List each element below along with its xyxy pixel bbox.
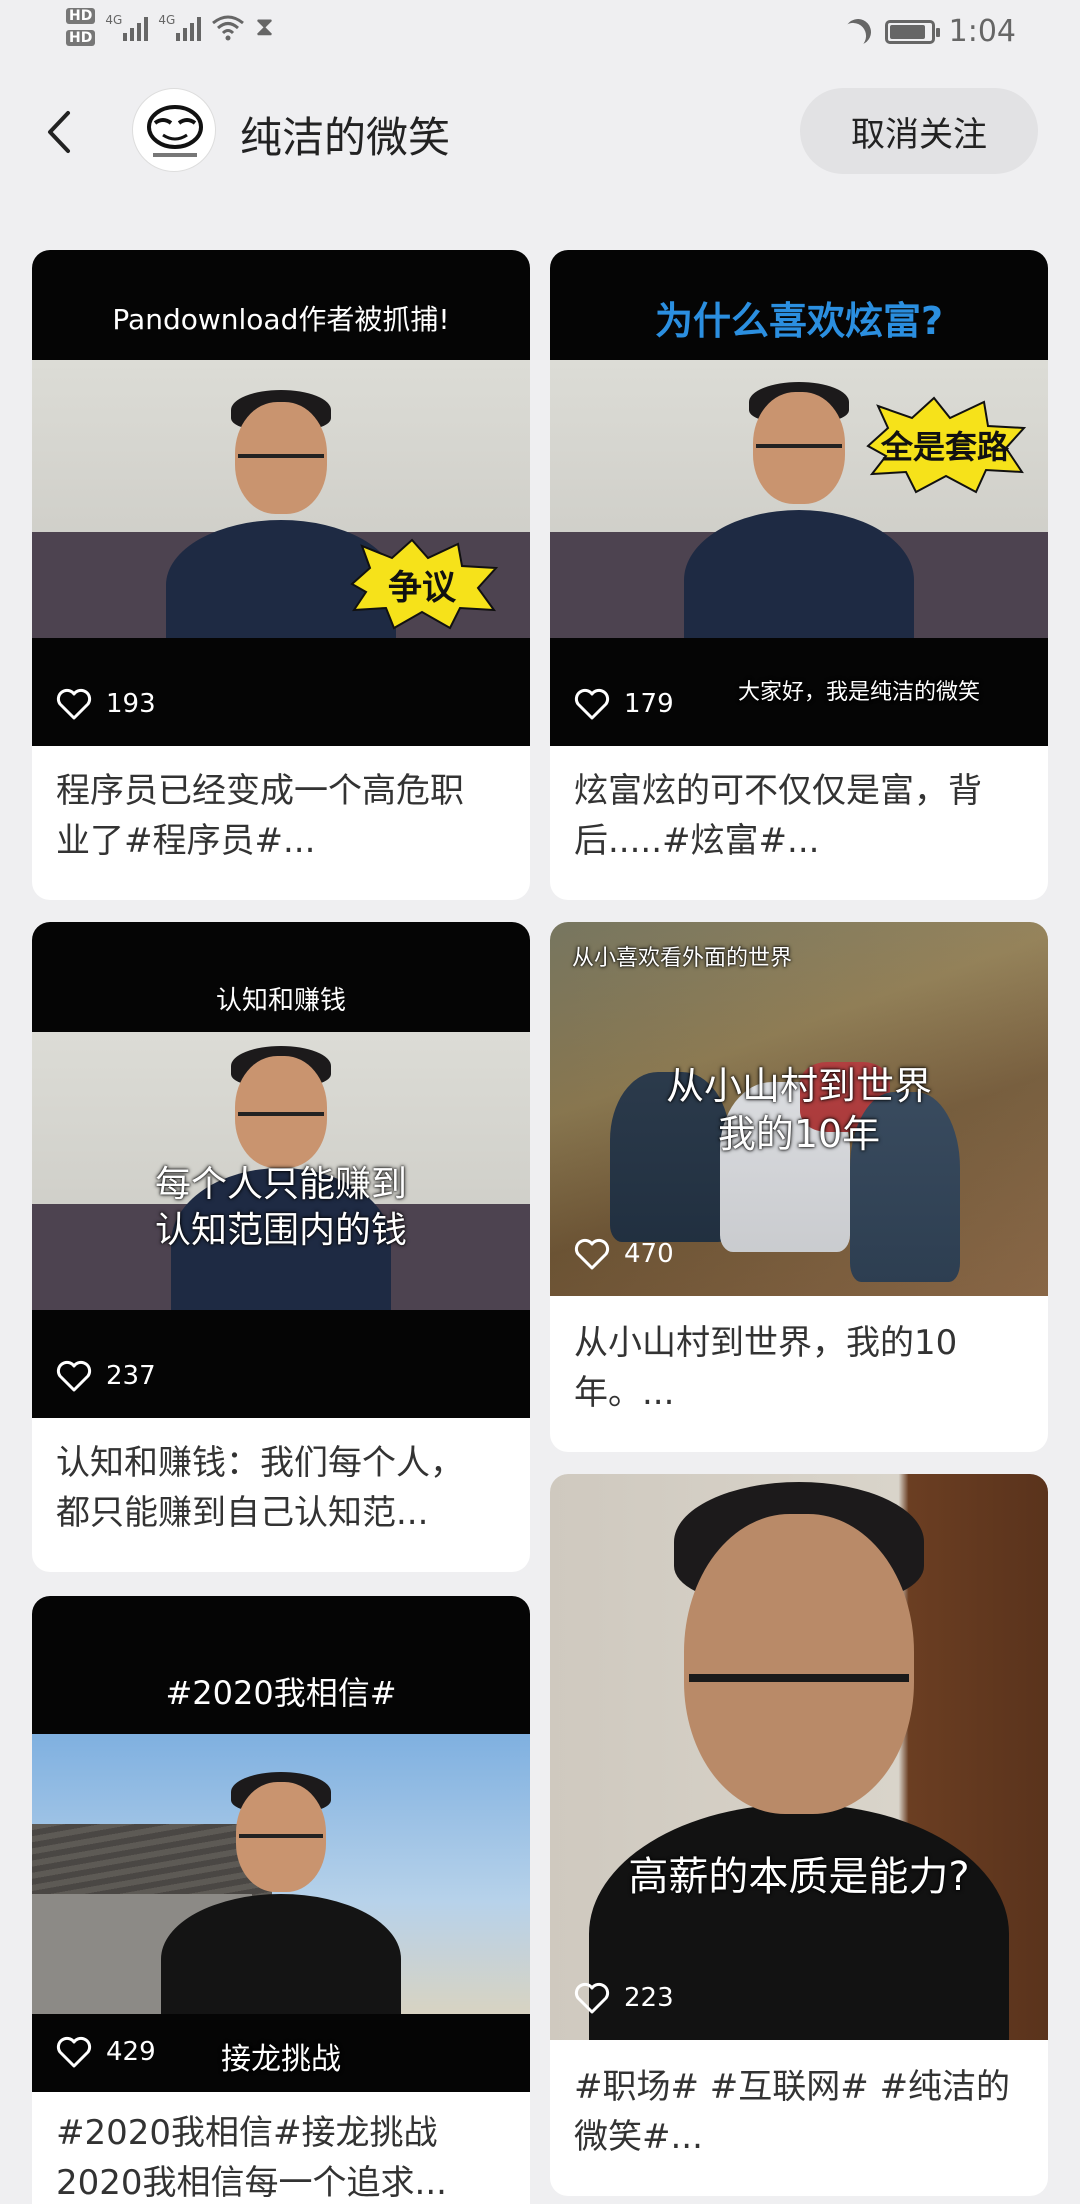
like-count: 237 <box>106 1361 156 1391</box>
like-counter: 470 <box>574 1238 674 1270</box>
caption-line: 程序员已经变成一个高危职 <box>56 771 464 811</box>
video-thumbnail[interactable]: 从小喜欢看外面的世界 从小山村到世界 我的10年 470 <box>550 922 1048 1296</box>
like-counter: 429 <box>56 2036 156 2068</box>
heart-icon[interactable] <box>56 2036 92 2068</box>
hd-badge: HD <box>66 30 96 46</box>
video-caption[interactable]: #2020我相信#接龙挑战 2020我相信每一个追求... <box>56 2108 510 2204</box>
caption-line: 微笑#... <box>574 2117 703 2157</box>
sticker-text: 全是套路 <box>880 428 1009 466</box>
unfollow-button[interactable]: 取消关注 <box>800 88 1038 174</box>
caption-line: 2020我相信每一个追求... <box>56 2163 447 2203</box>
clock: 1:04 <box>948 14 1016 49</box>
moon-icon <box>841 15 874 48</box>
video-card[interactable]: #2020我相信# 接龙挑战 429 #2020我相信#接龙挑战 2020我相信… <box>32 1596 530 2204</box>
caption-line: 从小山村到世界，我的10 <box>574 1323 958 1363</box>
chevron-left-icon <box>48 111 70 153</box>
heart-icon[interactable] <box>56 1360 92 1392</box>
banner-text: Pandownload作者被抓捕! <box>112 303 450 336</box>
caption-line: #职场# #互联网# #纯洁的 <box>574 2067 1011 2107</box>
like-count: 193 <box>106 689 156 719</box>
overlay-text: 高薪的本质是能力? <box>628 1854 970 1900</box>
overlay-line: 每个人只能赚到 <box>154 1164 407 1205</box>
network-type: 4G <box>105 13 123 27</box>
overlay-text: 每个人只能赚到 认知范围内的钱 <box>32 1162 530 1254</box>
like-count: 470 <box>624 1239 674 1269</box>
video-thumbnail[interactable]: Pandownload作者被抓捕! 争议 193 <box>32 250 530 746</box>
overlay-line: 认知范围内的钱 <box>154 1210 407 1251</box>
overlay-text: 从小山村到世界 我的10年 <box>550 1062 1048 1158</box>
like-counter: 223 <box>574 1982 674 2014</box>
banner-text: 为什么喜欢炫富? <box>654 299 944 343</box>
video-card[interactable]: 从小喜欢看外面的世界 从小山村到世界 我的10年 470 从小山村到世界，我的1… <box>550 922 1048 1452</box>
status-bar: HD HD 4G 4G ⧗ 1:04 <box>0 0 1080 70</box>
video-thumbnail[interactable]: 为什么喜欢炫富? 全是套路 大家好，我是纯洁的微笑 179 <box>550 250 1048 746</box>
like-counter: 179 <box>574 688 674 720</box>
avatar[interactable] <box>132 88 216 172</box>
caption-line: #2020我相信#接龙挑战 <box>56 2113 438 2153</box>
caption-line: 业了#程序员#... <box>56 821 316 861</box>
channel-name: 纯洁的微笑 <box>240 113 451 162</box>
like-counter: 237 <box>56 1360 156 1392</box>
heart-icon[interactable] <box>574 1238 610 1270</box>
video-caption[interactable]: 炫富炫的可不仅仅是富，背 后.....#炫富#... <box>574 766 1028 866</box>
video-caption[interactable]: 程序员已经变成一个高危职 业了#程序员#... <box>56 766 510 866</box>
battery-icon <box>884 19 940 44</box>
video-card[interactable]: 为什么喜欢炫富? 全是套路 大家好，我是纯洁的微笑 179 炫富炫的可不仅仅是富… <box>550 250 1048 900</box>
video-caption[interactable]: #职场# #互联网# #纯洁的 微笑#... <box>574 2062 1028 2162</box>
hd-indicators: HD HD <box>66 8 96 46</box>
like-count: 223 <box>624 1983 674 2013</box>
like-count: 429 <box>106 2037 156 2067</box>
like-counter: 193 <box>56 688 156 720</box>
heart-icon[interactable] <box>574 1982 610 2014</box>
video-frame <box>32 1734 530 2014</box>
caption-line: 年。... <box>574 1373 675 1413</box>
back-button[interactable] <box>30 102 90 162</box>
wifi-icon <box>211 13 245 41</box>
sticker-burst: 全是套路 <box>860 396 1030 494</box>
video-card[interactable]: 高薪的本质是能力? 223 #职场# #互联网# #纯洁的 微笑#... <box>550 1474 1048 2196</box>
video-frame <box>550 1474 1048 2040</box>
heart-icon[interactable] <box>574 688 610 720</box>
video-card[interactable]: Pandownload作者被抓捕! 争议 193 程序员已经变成一个高危职 业了… <box>32 250 530 900</box>
video-thumbnail[interactable]: 认知和赚钱 每个人只能赚到 认知范围内的钱 237 <box>32 922 530 1418</box>
corner-text: 从小喜欢看外面的世界 <box>572 946 793 971</box>
banner-text: 认知和赚钱 <box>215 986 346 1016</box>
video-caption[interactable]: 认知和赚钱：我们每个人， 都只能赚到自己认知范... <box>56 1438 510 1538</box>
signal-icon: 4G <box>105 13 149 41</box>
heart-icon[interactable] <box>56 688 92 720</box>
caption-line: 后.....#炫富#... <box>574 821 820 861</box>
sticker-text: 争议 <box>388 567 456 608</box>
hourglass-icon: ⧗ <box>255 12 274 42</box>
banner-text: #2020我相信# <box>165 1674 397 1712</box>
video-thumbnail[interactable]: 高薪的本质是能力? 223 <box>550 1474 1048 2040</box>
status-right: 1:04 <box>845 14 1016 49</box>
like-count: 179 <box>624 689 674 719</box>
video-card[interactable]: 认知和赚钱 每个人只能赚到 认知范围内的钱 237 认知和赚钱：我们每个人， 都… <box>32 922 530 1572</box>
caption-line: 认知和赚钱：我们每个人， <box>56 1443 464 1483</box>
overlay-line: 我的10年 <box>717 1112 881 1156</box>
channel-header: 纯洁的微笑 取消关注 <box>0 80 1080 190</box>
caption-line: 都只能赚到自己认知范... <box>56 1493 429 1533</box>
signal-icon: 4G <box>158 13 202 41</box>
network-type: 4G <box>158 13 176 27</box>
subtitle-text: 大家好，我是纯洁的微笑 <box>737 680 980 705</box>
sticker-burst: 争议 <box>342 538 502 630</box>
video-caption[interactable]: 从小山村到世界，我的10 年。... <box>574 1318 1028 1418</box>
overlay-line: 从小山村到世界 <box>665 1064 932 1108</box>
video-thumbnail[interactable]: #2020我相信# 接龙挑战 429 <box>32 1596 530 2092</box>
hd-badge: HD <box>66 8 96 24</box>
caption-line: 炫富炫的可不仅仅是富，背 <box>574 771 982 811</box>
status-left: HD HD 4G 4G ⧗ <box>66 8 274 46</box>
